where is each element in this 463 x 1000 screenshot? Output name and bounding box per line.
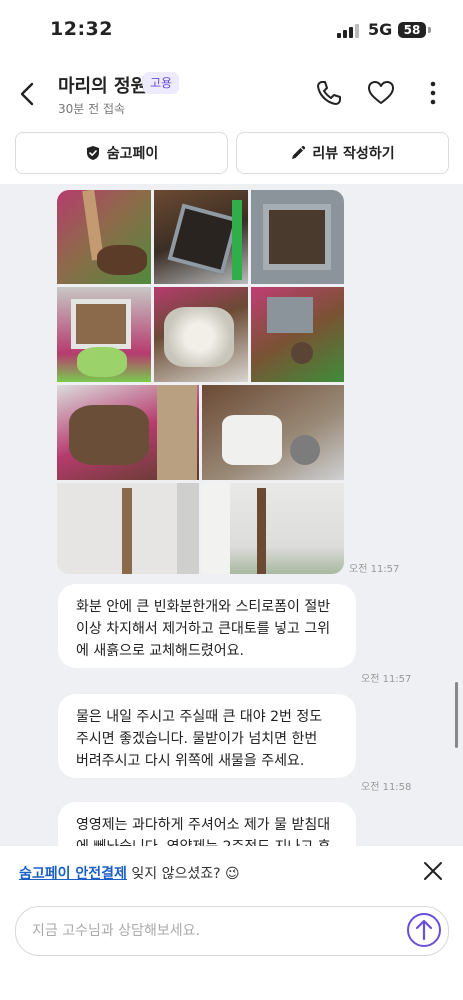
message-line: 버려주시고 다시 위쪽에 새물을 주세요. <box>76 753 305 769</box>
photo-thumbnail[interactable] <box>202 385 344 480</box>
pay-reminder-bar: 숨고페이 안전결제 잊지 않으셨죠? 😉 <box>0 846 463 896</box>
pencil-icon <box>292 145 306 159</box>
message-bubble: 화분 안에 큰 빈화분한개와 스티로폼이 절반 이상 차지해서 제거하고 큰대토… <box>58 584 356 668</box>
heart-icon[interactable] <box>366 78 396 108</box>
message-bubble: 영영제는 과다하게 주셔어소 제가 물 받침대 에 뻬놔습니다. 영양제는 2주… <box>58 802 356 846</box>
photo-thumbnail[interactable] <box>251 287 344 382</box>
shield-check-icon <box>86 146 99 160</box>
more-options-icon[interactable] <box>418 78 448 108</box>
photo-grid[interactable] <box>57 190 344 574</box>
chat-header: 마리의 정원 고용 30분 전 접속 <box>0 60 463 128</box>
message-line: 주시면 좋겠습니다. 물받이가 넘치면 한번 <box>76 731 318 747</box>
battery-icon: 58 <box>398 22 426 38</box>
signal-icon <box>337 24 363 38</box>
photo-thumbnail[interactable] <box>57 385 199 480</box>
photo-thumbnail[interactable] <box>154 287 248 382</box>
status-time: 12:32 <box>50 18 113 40</box>
soomgo-pay-label: 숨고페이 <box>106 146 159 162</box>
photo-thumbnail[interactable] <box>154 190 248 284</box>
action-bar: 숨고페이 리뷰 작성하기 <box>0 128 463 185</box>
scrollbar[interactable] <box>455 682 458 748</box>
photo-thumbnail[interactable] <box>251 190 344 284</box>
network-label: 5G <box>368 20 393 39</box>
photo-thumbnail[interactable] <box>57 483 199 574</box>
message-bubble: 물은 내일 주시고 주실때 큰 대야 2번 정도 주시면 좋겠습니다. 물받이가… <box>58 694 356 778</box>
back-arrow-icon[interactable] <box>14 80 42 108</box>
soomgo-pay-button[interactable]: 숨고페이 <box>15 132 228 174</box>
photo-thumbnail[interactable] <box>202 483 344 574</box>
message-line: 이상 차지해서 제거하고 큰대토를 넣고 그위 <box>76 621 331 637</box>
message-input[interactable] <box>30 907 404 955</box>
message-line: 물은 내일 주시고 주실때 큰 대야 2번 정도 <box>76 709 323 725</box>
close-icon[interactable] <box>420 858 446 884</box>
write-review-label: 리뷰 작성하기 <box>312 146 395 162</box>
message-composer <box>15 906 449 956</box>
status-bar: 12:32 5G 58 <box>0 0 463 60</box>
message-time: 오전 11:57 <box>349 564 400 575</box>
message-line: 에 뻬놔습니다. 영양제는 2주정도 지나고 후 <box>76 836 338 846</box>
hire-badge: 고용 <box>143 72 180 94</box>
pay-reminder-message: 잊지 않으셨죠? 😉 <box>126 866 240 882</box>
send-arrow-icon[interactable] <box>406 912 442 948</box>
photo-thumbnail[interactable] <box>57 190 151 284</box>
message-line: 화분 안에 큰 빈화분한개와 스티로폼이 절반 <box>76 599 331 615</box>
page-title: 마리의 정원 <box>58 76 148 97</box>
safe-pay-link[interactable]: 숨고페이 안전결제 <box>19 866 127 882</box>
message-line: 영영제는 과다하게 주셔어소 제가 물 받침대 <box>76 817 331 833</box>
message-time: 오전 11:57 <box>361 674 412 685</box>
message-time: 오전 11:58 <box>361 782 412 793</box>
pay-reminder-text: 숨고페이 안전결제 잊지 않으셨죠? 😉 <box>19 863 240 883</box>
battery-tip <box>428 27 431 33</box>
phone-icon[interactable] <box>314 78 344 108</box>
write-review-button[interactable]: 리뷰 작성하기 <box>236 132 449 174</box>
photo-thumbnail[interactable] <box>57 287 151 382</box>
last-seen-status: 30분 전 접속 <box>58 102 126 116</box>
message-line: 에 새흙으로 교체해드렸어요. <box>76 643 244 659</box>
chat-messages[interactable]: 오전 11:57 화분 안에 큰 빈화분한개와 스티로폼이 절반 이상 차지해서… <box>0 184 463 846</box>
